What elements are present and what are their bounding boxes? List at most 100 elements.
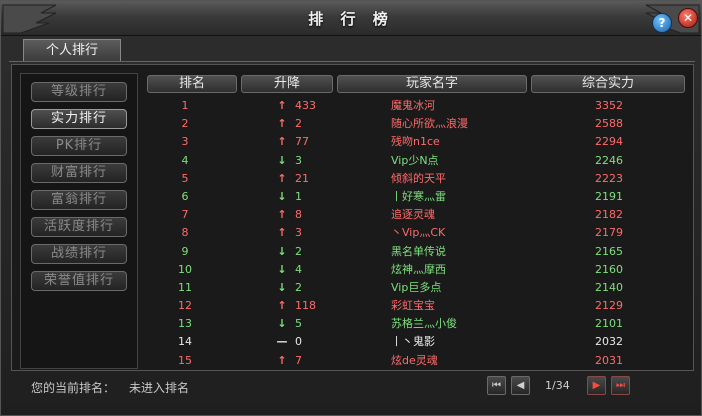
table-row[interactable]: 3 ↑ 77 残吻n1ce 2294 (145, 133, 688, 151)
sidebar-item-activity[interactable]: 活跃度排行 (31, 217, 127, 237)
rank-cell: 15 (178, 353, 192, 367)
rank-cell: 10 (178, 262, 192, 276)
power-cell: 2179 (595, 226, 623, 240)
change-cell: 433 (295, 99, 316, 112)
table-row[interactable]: 13 ↓ 5 苏格兰灬小俊 2101 (145, 315, 688, 333)
ranking-window: 排 行 榜 ? ✕ 个人排行 等级排行 实力排行 PK排行 财富排行 富翁排行 … (0, 0, 702, 416)
column-header-change[interactable]: 升降 (241, 75, 333, 93)
change-cell: 21 (295, 171, 309, 185)
power-cell: 2294 (595, 135, 623, 149)
player-name-cell: 丶Vip灬CK (391, 226, 446, 240)
page-indicator: 1/34 (545, 379, 570, 392)
change-cell: 7 (295, 353, 302, 367)
ranking-category-sidebar: 等级排行 实力排行 PK排行 财富排行 富翁排行 活跃度排行 战绩排行 荣誉值排… (20, 73, 138, 369)
table-row[interactable]: 14 — 0 丨丶鬼影 2032 (145, 333, 688, 351)
player-name-cell: 倾斜的天平 (391, 171, 446, 185)
power-cell: 2160 (595, 262, 623, 276)
player-name-cell: 炫神灬摩西 (391, 262, 446, 276)
arrow-up-icon: ↑ (277, 99, 287, 112)
player-name-cell: 黑名单传说 (391, 244, 446, 258)
player-name-cell: 苏格兰灬小俊 (391, 317, 457, 331)
last-page-icon[interactable]: ⏭ (611, 376, 630, 395)
rank-cell: 8 (181, 226, 189, 240)
power-cell: 2129 (595, 299, 623, 313)
table-row[interactable]: 4 ↓ 3 Vip少N点 2246 (145, 152, 688, 170)
power-cell: 2140 (595, 280, 623, 294)
title-bar[interactable]: 排 行 榜 (1, 1, 701, 36)
rank-cell: 7 (181, 208, 189, 222)
sidebar-item-pk[interactable]: PK排行 (31, 136, 127, 156)
power-cell: 2191 (595, 189, 623, 203)
player-name-cell: Vip巨多点 (391, 280, 442, 294)
rank-cell: 4 (181, 153, 189, 167)
power-cell: 2588 (595, 117, 623, 131)
sidebar-item-level[interactable]: 等级排行 (31, 82, 127, 102)
player-name-cell: 残吻n1ce (391, 135, 440, 149)
rank-cell: 5 (181, 171, 189, 185)
table-row[interactable]: 11 ↓ 2 Vip巨多点 2140 (145, 279, 688, 297)
current-rank-label: 您的当前排名： (31, 381, 116, 395)
arrow-down-icon: ↓ (277, 153, 287, 167)
arrow-up-icon: ↑ (277, 171, 287, 185)
table-row[interactable]: 12 ↑ 118 彩虹宝宝 2129 (145, 297, 688, 315)
power-cell: 2032 (595, 335, 623, 349)
prev-page-icon[interactable]: ◀ (511, 376, 530, 395)
change-cell: 8 (295, 208, 302, 222)
table-row[interactable]: 6 ↓ 1 丨好寒灬雷 2191 (145, 188, 688, 206)
arrow-up-icon: ↑ (277, 226, 287, 240)
change-cell: 5 (295, 317, 302, 331)
arrow-up-icon: ↑ (277, 353, 287, 367)
table-row[interactable]: 7 ↑ 8 追逐灵魂 2182 (145, 206, 688, 224)
ranking-table: 排名 升降 玩家名字 综合实力 1 ↑ 433 魔鬼冰河 3352 2 ↑ 2 随心所欲灬浪漫 2… (145, 75, 688, 369)
sidebar-item-power[interactable]: 实力排行 (31, 109, 127, 129)
arrow-up-icon: ↑ (277, 135, 287, 149)
dash-icon: — (276, 335, 288, 349)
arrow-up-icon: ↑ (277, 299, 287, 313)
arrow-down-icon: ↓ (277, 280, 287, 294)
table-row[interactable]: 1 ↑ 433 魔鬼冰河 3352 (145, 97, 688, 115)
help-icon[interactable]: ? (652, 13, 672, 33)
rank-cell: 2 (181, 117, 189, 131)
rank-cell: 14 (178, 335, 192, 349)
table-row[interactable]: 15 ↑ 7 炫de灵魂 2031 (145, 352, 688, 370)
sidebar-item-tycoon[interactable]: 富翁排行 (31, 190, 127, 210)
player-name-cell: 彩虹宝宝 (391, 299, 435, 313)
sidebar-item-wealth[interactable]: 财富排行 (31, 163, 127, 183)
close-icon[interactable]: ✕ (678, 8, 698, 28)
rank-cell: 11 (178, 280, 192, 294)
current-rank-value: 未进入排名 (129, 381, 190, 395)
table-row[interactable]: 2 ↑ 2 随心所欲灬浪漫 2588 (145, 115, 688, 133)
table-body: 1 ↑ 433 魔鬼冰河 3352 2 ↑ 2 随心所欲灬浪漫 2588 3 ↑ 77 残吻n1ce 229… (145, 97, 688, 370)
rank-cell: 3 (181, 135, 189, 149)
table-row[interactable]: 5 ↑ 21 倾斜的天平 2223 (145, 170, 688, 188)
column-header-rank[interactable]: 排名 (147, 75, 237, 93)
first-page-icon[interactable]: ⏮ (487, 376, 506, 395)
power-cell: 3352 (595, 99, 623, 112)
rank-cell: 1 (181, 99, 189, 112)
arrow-down-icon: ↓ (277, 317, 287, 331)
sidebar-item-honor[interactable]: 荣誉值排行 (31, 271, 127, 291)
rank-cell: 13 (178, 317, 192, 331)
change-cell: 2 (295, 244, 302, 258)
player-name-cell: 随心所欲灬浪漫 (391, 117, 468, 131)
next-page-icon[interactable]: ▶ (587, 376, 606, 395)
power-cell: 2246 (595, 153, 623, 167)
arrow-up-icon: ↑ (277, 117, 287, 131)
change-cell: 118 (295, 299, 316, 313)
sidebar-item-battle[interactable]: 战绩排行 (31, 244, 127, 264)
change-cell: 4 (295, 262, 302, 276)
player-name-cell: 炫de灵魂 (391, 353, 438, 367)
column-header-power[interactable]: 综合实力 (531, 75, 685, 93)
change-cell: 2 (295, 280, 302, 294)
player-name-cell: 丨丶鬼影 (391, 335, 435, 349)
table-row[interactable]: 9 ↓ 2 黑名单传说 2165 (145, 243, 688, 261)
player-name-cell: 魔鬼冰河 (391, 99, 435, 112)
change-cell: 3 (295, 226, 302, 240)
window-title: 排 行 榜 (308, 10, 394, 28)
column-header-name[interactable]: 玩家名字 (337, 75, 527, 93)
change-cell: 1 (295, 189, 302, 203)
tab-personal-ranking[interactable]: 个人排行 (23, 39, 121, 61)
tab-bar: 个人排行 (9, 39, 695, 62)
table-row[interactable]: 8 ↑ 3 丶Vip灬CK 2179 (145, 224, 688, 242)
table-row[interactable]: 10 ↓ 4 炫神灬摩西 2160 (145, 261, 688, 279)
